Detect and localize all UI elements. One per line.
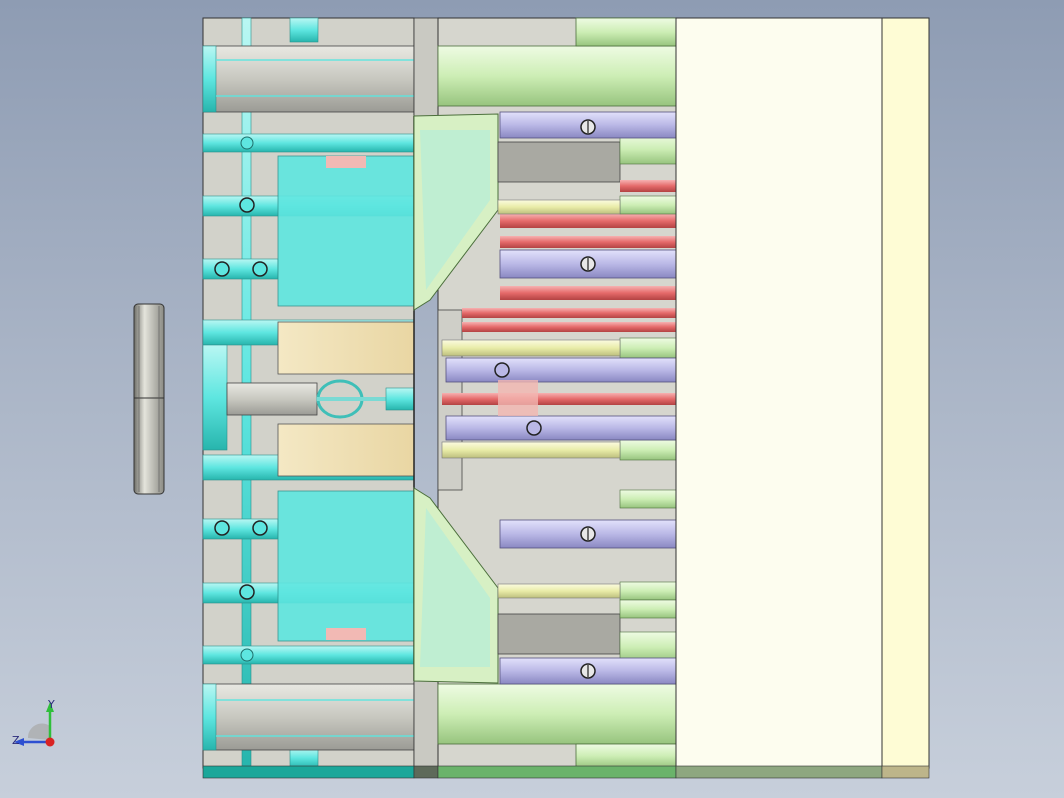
cooling-fitting[interactable] [239, 197, 255, 213]
locating-ring[interactable] [133, 303, 165, 495]
cooling-fitting[interactable] [214, 520, 230, 536]
cooling-fitting[interactable] [252, 261, 268, 277]
cooling-fitting[interactable] [252, 520, 268, 536]
cooling-fitting[interactable] [240, 136, 254, 150]
cooling-fitting[interactable] [239, 584, 255, 600]
support-plate[interactable] [675, 17, 883, 769]
fixed-half-plate[interactable] [202, 17, 415, 769]
moving-half[interactable] [413, 17, 677, 769]
ejector-screw[interactable] [494, 362, 510, 378]
clamp-plate[interactable] [881, 17, 930, 769]
cooling-fitting[interactable] [240, 648, 254, 662]
cooling-fitting[interactable] [214, 261, 230, 277]
y-axis-label: Y [47, 698, 55, 711]
ejector-screw[interactable] [526, 420, 542, 436]
z-axis-label: Z [12, 734, 20, 747]
cad-viewport[interactable] [0, 0, 1064, 798]
x-axis-icon [45, 737, 55, 747]
axis-triad: Y Z [12, 698, 55, 747]
base-strip [202, 765, 930, 779]
